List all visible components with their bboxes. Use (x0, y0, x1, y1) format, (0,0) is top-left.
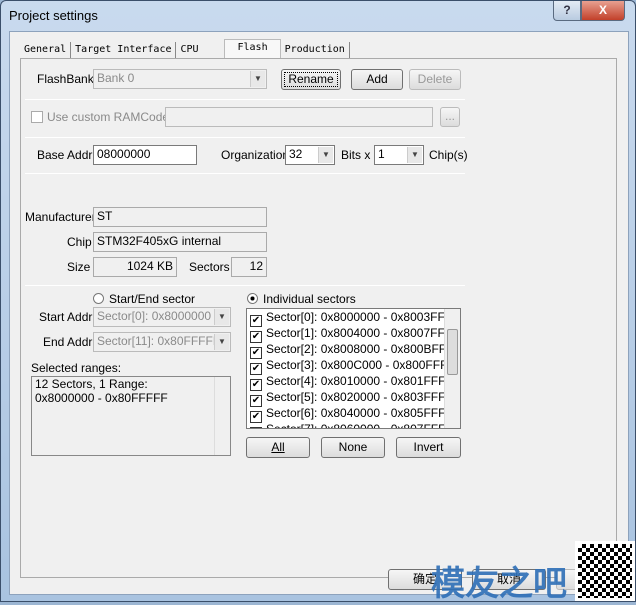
chevron-down-icon: ▼ (214, 309, 229, 325)
invert-button[interactable]: Invert (396, 437, 461, 458)
dialog-body: General Target Interface CPU Flash Produ… (9, 31, 630, 595)
checkbox-checked-icon: ✔ (250, 427, 262, 428)
tab-flash[interactable]: Flash (224, 39, 281, 59)
sector-item[interactable]: ✔ Sector[5]: 0x8020000 - 0x803FFFF (247, 389, 460, 407)
chevron-down-icon: ▼ (318, 147, 333, 163)
chips-value: 1 (378, 147, 385, 161)
sectors-list[interactable]: ✔ Sector[0]: 0x8000000 - 0x8003FFF ✔ Sector… (246, 308, 461, 429)
selected-range-line: 12 Sectors, 1 Range: (35, 377, 148, 391)
sector-item[interactable]: ✔ Sector[3]: 0x800C000 - 0x800FFFF (247, 357, 460, 375)
ramcode-label: Use custom RAMCode (47, 110, 170, 124)
startend-label: Start/End sector (109, 292, 196, 306)
startend-radio[interactable]: Start/End sector (93, 292, 195, 306)
individual-label: Individual sectors (263, 292, 356, 306)
size-value: 1024 KB (93, 257, 177, 277)
scrollbar-thumb[interactable] (447, 329, 458, 375)
chip-label: Chip (67, 235, 92, 249)
end-addr-label: End Addr (43, 335, 93, 349)
chips-label: Chip(s) (429, 148, 468, 162)
select-none-button[interactable]: None (321, 437, 385, 458)
sector-label: Sector[1]: 0x8004000 - 0x8007FFF (266, 326, 453, 340)
flash-panel: FlashBank Bank 0 ▼ Rename Add Delete Use … (20, 58, 617, 578)
organization-label: Organization (221, 148, 290, 162)
radio-selected-icon (247, 293, 258, 304)
sector-label: Sector[2]: 0x8008000 - 0x800BFFF (266, 342, 454, 356)
window-title: Project settings (9, 8, 98, 23)
none-label: None (338, 440, 368, 454)
flashbank-value: Bank 0 (97, 71, 135, 85)
add-button[interactable]: Add (351, 69, 403, 90)
sector-label: Sector[4]: 0x8010000 - 0x801FFFF (266, 374, 453, 388)
chevron-down-icon: ▼ (250, 71, 265, 87)
divider (25, 285, 465, 286)
flashbank-select[interactable]: Bank 0 ▼ (93, 69, 267, 89)
scrollbar[interactable] (214, 377, 230, 455)
checkbox-icon (31, 111, 43, 123)
all-label: All (271, 440, 285, 454)
selected-ranges-box[interactable]: 12 Sectors, 1 Range: 0x8000000 - 0x80FFF… (31, 376, 231, 456)
rename-button[interactable]: Rename (281, 69, 341, 90)
sector-label: Sector[0]: 0x8000000 - 0x8003FFF (266, 310, 453, 324)
tab-target-interface[interactable]: Target Interface (71, 42, 177, 59)
watermark-logo: 模友之吧 (431, 564, 567, 604)
tab-general[interactable]: General (20, 42, 72, 59)
base-addr-label: Base Addr (37, 148, 93, 162)
sector-item[interactable]: ✔ Sector[0]: 0x8000000 - 0x8003FFF (247, 309, 460, 327)
start-addr-select[interactable]: Sector[0]: 0x8000000 ▼ (93, 307, 231, 327)
sectors-label: Sectors (189, 260, 230, 274)
sector-label: Sector[7]: 0x8060000 - 0x807FFFF (266, 422, 453, 429)
chip-value: STM32F405xG internal (93, 232, 267, 252)
divider (25, 137, 465, 138)
tab-bar: General Target Interface CPU Flash Produ… (20, 39, 350, 59)
manufacturer-value: ST (93, 207, 267, 227)
browse-button[interactable]: ... (440, 107, 460, 127)
chips-select[interactable]: 1 ▼ (374, 145, 424, 165)
selected-range-line: 0x8000000 - 0x80FFFFF (35, 391, 168, 405)
qr-code-image (575, 541, 635, 601)
sector-item[interactable]: ✔ Sector[7]: 0x8060000 - 0x807FFFF (247, 421, 460, 429)
start-addr-value: Sector[0]: 0x8000000 (97, 309, 212, 323)
organization-value: 32 (289, 147, 303, 161)
tab-production[interactable]: Production (281, 42, 350, 59)
start-addr-label: Start Addr (39, 310, 93, 324)
sector-label: Sector[6]: 0x8040000 - 0x805FFFF (266, 406, 453, 420)
sector-item[interactable]: ✔ Sector[2]: 0x8008000 - 0x800BFFF (247, 341, 460, 359)
ramcode-input[interactable] (165, 107, 433, 127)
divider (25, 99, 465, 100)
end-addr-select[interactable]: Sector[11]: 0x80FFFFF ▼ (93, 332, 231, 352)
delete-button[interactable]: Delete (409, 69, 461, 90)
organization-select[interactable]: 32 ▼ (285, 145, 335, 165)
scrollbar[interactable] (444, 309, 460, 428)
selected-ranges-label: Selected ranges: (31, 361, 122, 375)
invert-label: Invert (413, 440, 444, 454)
tab-cpu[interactable]: CPU (176, 42, 224, 59)
sector-item[interactable]: ✔ Sector[1]: 0x8004000 - 0x8007FFF (247, 325, 460, 343)
chevron-down-icon: ▼ (407, 147, 422, 163)
ramcode-checkbox[interactable]: Use custom RAMCode (31, 110, 169, 124)
base-addr-input[interactable]: 08000000 (93, 145, 197, 165)
radio-icon (93, 293, 104, 304)
dialog-window: Project settings ? X General Target Inte… (0, 0, 636, 604)
bits-label: Bits x (341, 148, 371, 162)
close-button[interactable]: X (581, 1, 625, 21)
sector-label: Sector[3]: 0x800C000 - 0x800FFFF (266, 358, 455, 372)
sector-item[interactable]: ✔ Sector[6]: 0x8040000 - 0x805FFFF (247, 405, 460, 423)
sector-label: Sector[5]: 0x8020000 - 0x803FFFF (266, 390, 453, 404)
help-button[interactable]: ? (553, 1, 581, 21)
flashbank-label: FlashBank (37, 72, 94, 86)
chevron-down-icon: ▼ (214, 334, 229, 350)
individual-radio[interactable]: Individual sectors (247, 292, 356, 306)
divider (25, 173, 465, 174)
sector-item[interactable]: ✔ Sector[4]: 0x8010000 - 0x801FFFF (247, 373, 460, 391)
size-label: Size (67, 260, 91, 274)
select-all-button[interactable]: All (246, 437, 310, 458)
sectors-value: 12 (231, 257, 267, 277)
end-addr-value: Sector[11]: 0x80FFFFF (97, 334, 221, 348)
manufacturer-label: Manufacturer (25, 210, 96, 224)
